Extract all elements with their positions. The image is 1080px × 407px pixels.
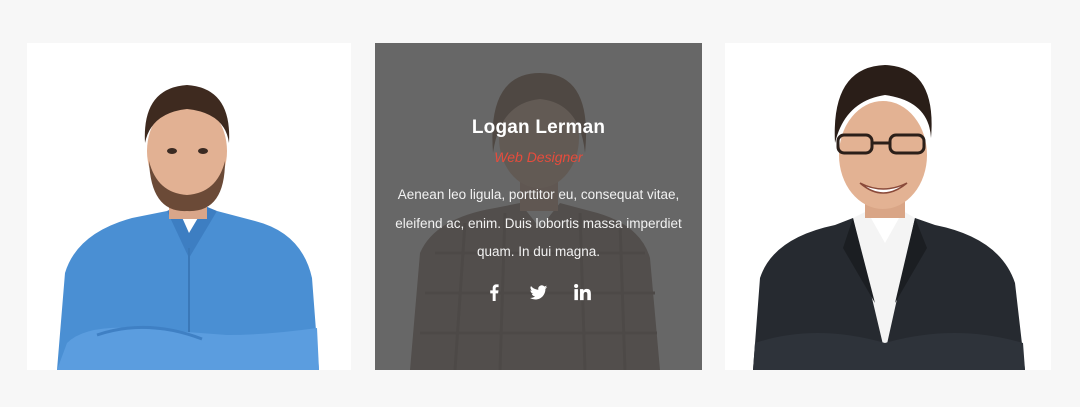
member-bio: Aenean leo ligula, porttitor eu, consequ… (395, 187, 682, 259)
team-photo-3 (725, 43, 1051, 370)
social-links (375, 283, 702, 302)
team-card-3[interactable] (725, 43, 1051, 370)
linkedin-icon[interactable] (573, 283, 592, 302)
member-info: Logan Lerman Web Designer Aenean leo lig… (375, 43, 702, 370)
facebook-icon[interactable] (485, 283, 504, 302)
team-photo-1 (27, 43, 351, 370)
member-name: Logan Lerman (471, 117, 606, 138)
team-card-2[interactable]: Logan Lerman Web Designer Aenean leo lig… (375, 43, 702, 370)
team-card-1[interactable] (27, 43, 351, 370)
member-role: Web Designer (494, 149, 583, 165)
twitter-icon[interactable] (529, 283, 548, 302)
